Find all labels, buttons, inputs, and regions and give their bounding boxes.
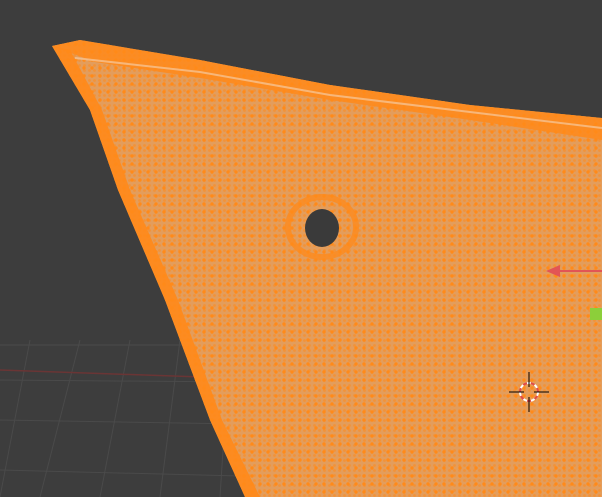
gizmo-y-handle[interactable]	[590, 308, 602, 320]
mesh-hole[interactable]	[305, 209, 339, 247]
mesh-object[interactable]	[0, 0, 602, 497]
viewport-canvas[interactable]	[0, 0, 602, 497]
3d-viewport[interactable]	[0, 0, 602, 497]
